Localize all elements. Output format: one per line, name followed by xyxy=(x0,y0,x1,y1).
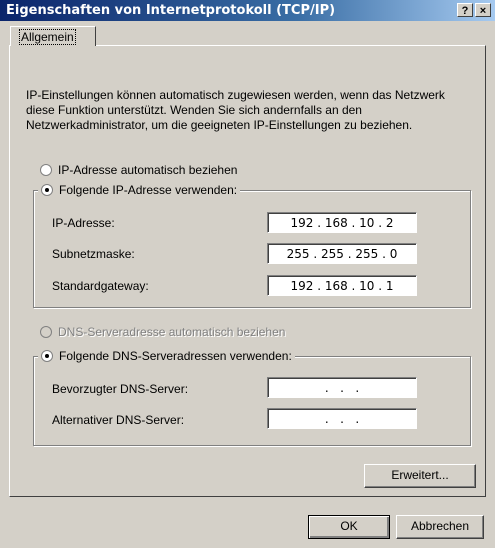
radio-disabled-icon xyxy=(40,326,52,338)
radio-checked-icon xyxy=(41,184,53,196)
title-bar[interactable]: Eigenschaften von Internetprotokoll (TCP… xyxy=(0,0,495,21)
dns-group xyxy=(33,356,471,446)
advanced-button[interactable]: Erweitert... xyxy=(364,464,476,488)
preferred-dns-label: Bevorzugter DNS-Server: xyxy=(52,382,189,396)
ip-manual-radio[interactable]: Folgende IP-Adresse verwenden: xyxy=(38,183,241,197)
subnet-mask-label: Subnetzmaske: xyxy=(52,247,135,261)
dns-manual-label: Folgende DNS-Serveradressen verwenden: xyxy=(59,349,292,363)
dns-manual-radio[interactable]: Folgende DNS-Serveradressen verwenden: xyxy=(38,349,295,363)
ip-manual-label: Folgende IP-Adresse verwenden: xyxy=(59,183,238,197)
ip-address-value: 192 . 168 . 10 . 2 xyxy=(290,215,394,230)
tab-allgemein-label: Allgemein xyxy=(19,29,76,45)
preferred-dns-value: . . . xyxy=(324,380,360,395)
ok-button[interactable]: OK xyxy=(308,515,390,539)
dns-auto-label: DNS-Serveradresse automatisch beziehen xyxy=(58,325,286,339)
help-button[interactable]: ? xyxy=(457,3,473,17)
tab-allgemein[interactable]: Allgemein xyxy=(10,26,96,46)
subnet-mask-value: 255 . 255 . 255 . 0 xyxy=(286,246,398,261)
window-title: Eigenschaften von Internetprotokoll (TCP… xyxy=(6,3,336,18)
radio-checked-icon xyxy=(41,350,53,362)
cancel-button[interactable]: Abbrechen xyxy=(396,515,484,539)
default-gateway-label: Standardgateway: xyxy=(52,279,149,293)
dns-auto-radio[interactable]: DNS-Serveradresse automatisch beziehen xyxy=(40,325,285,339)
ip-auto-label: IP-Adresse automatisch beziehen xyxy=(58,163,238,177)
alternate-dns-value: . . . xyxy=(324,411,360,426)
default-gateway-value: 192 . 168 . 10 . 1 xyxy=(290,278,394,293)
ip-address-input[interactable]: 192 . 168 . 10 . 2 xyxy=(267,212,417,233)
alternate-dns-input[interactable]: . . . xyxy=(267,408,417,429)
description-text: IP-Einstellungen können automatisch zuge… xyxy=(26,88,445,132)
ip-auto-radio[interactable]: IP-Adresse automatisch beziehen xyxy=(40,163,237,177)
ip-address-label: IP-Adresse: xyxy=(52,216,115,230)
preferred-dns-input[interactable]: . . . xyxy=(267,377,417,398)
subnet-mask-input[interactable]: 255 . 255 . 255 . 0 xyxy=(267,243,417,264)
alternate-dns-label: Alternativer DNS-Server: xyxy=(52,413,185,427)
close-button[interactable]: × xyxy=(475,3,491,17)
radio-icon xyxy=(40,164,52,176)
default-gateway-input[interactable]: 192 . 168 . 10 . 1 xyxy=(267,275,417,296)
